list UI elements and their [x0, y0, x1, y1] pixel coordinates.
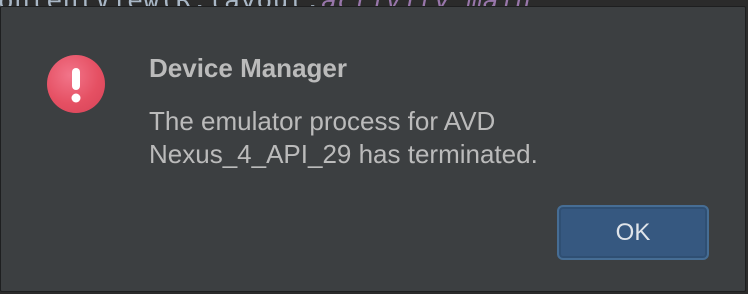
dialog-title: Device Manager — [149, 53, 347, 83]
alert-dialog: Device Manager The emulator process for … — [0, 6, 746, 292]
message-line-1: The emulator process for AVD — [149, 106, 496, 136]
ok-button[interactable]: OK — [557, 205, 709, 260]
message-line-2: Nexus_4_API_29 has terminated. — [149, 139, 538, 169]
error-exclamation-icon — [47, 55, 105, 113]
dialog-message: The emulator process for AVD Nexus_4_API… — [149, 105, 709, 171]
